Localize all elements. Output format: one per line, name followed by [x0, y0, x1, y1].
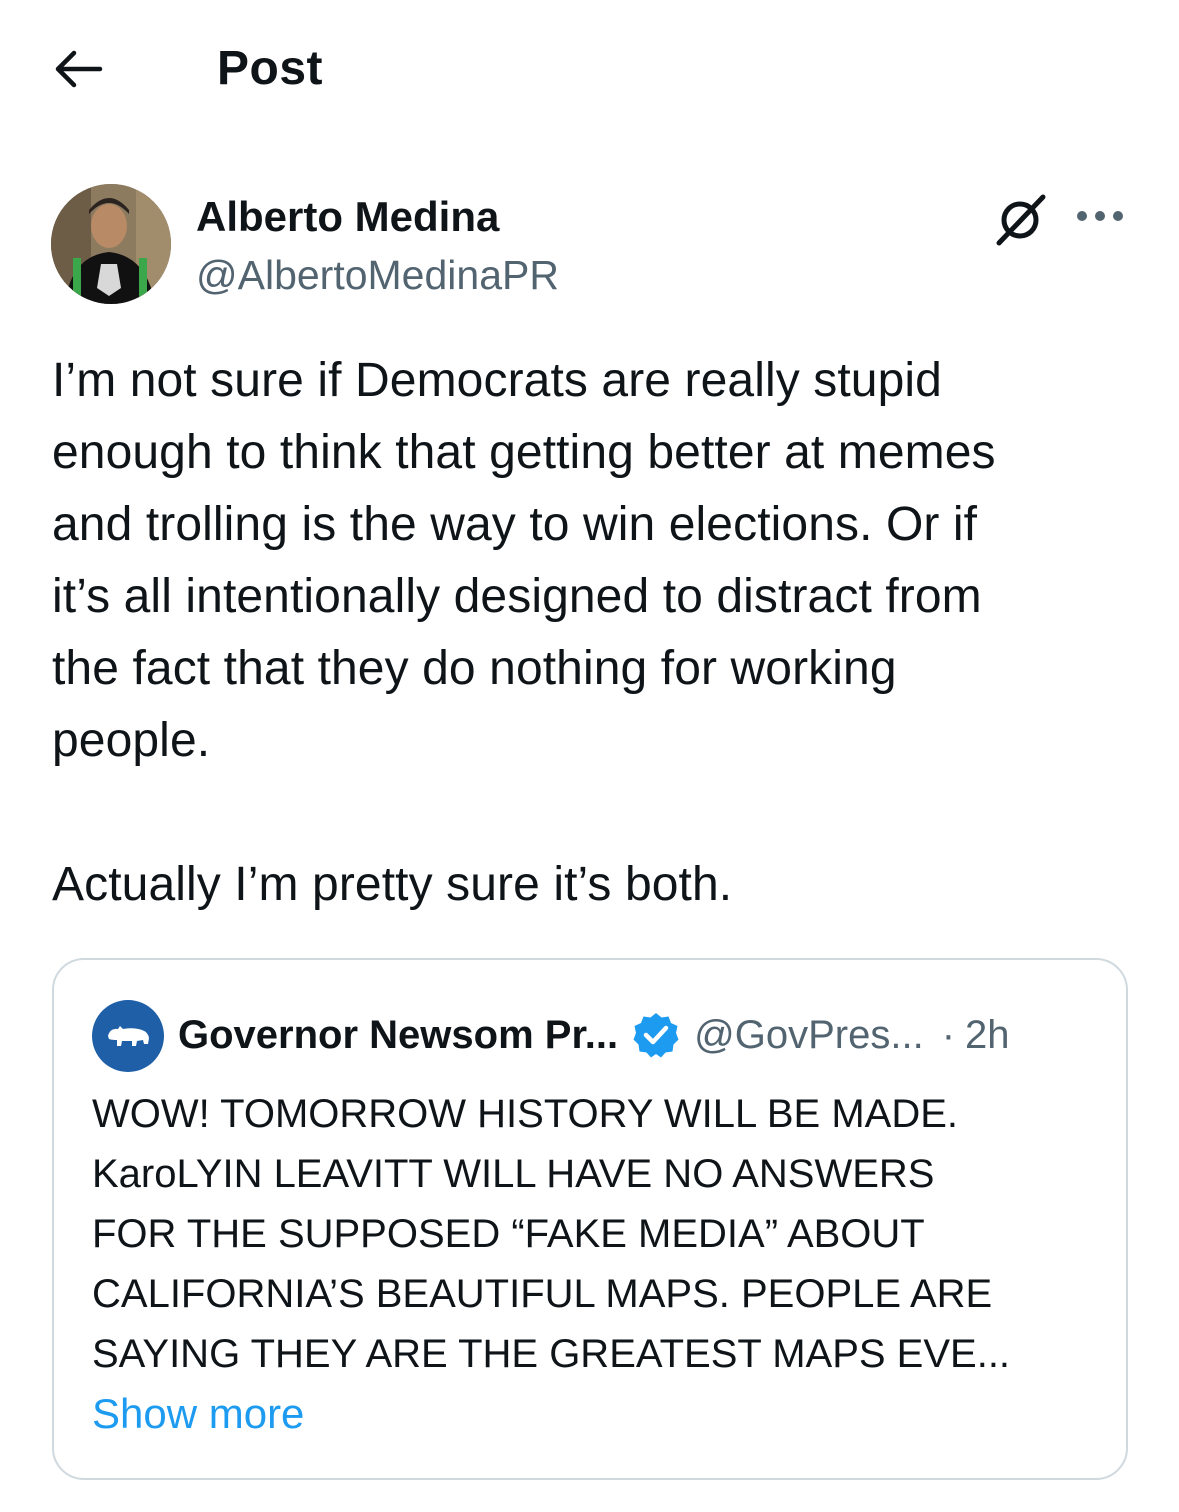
top-bar: Post [0, 0, 1179, 140]
quoted-author-handle[interactable]: @GovPres... [694, 1010, 924, 1060]
post-text-line: enough to think that getting better at m… [52, 426, 996, 479]
quoted-post-header: Governor Newsom Pr... @GovPres... · 2h [178, 1010, 1010, 1060]
quoted-post-body: WOW! TOMORROW HISTORY WILL BE MADE. Karo… [92, 1084, 1102, 1384]
post-body: I’m not sure if Democrats are really stu… [52, 345, 1142, 921]
verified-badge-icon [633, 1013, 679, 1058]
verified-badge [632, 1011, 680, 1059]
quoted-text-line: CALIFORNIA’S BEAUTIFUL MAPS. PEOPLE ARE [92, 1272, 993, 1316]
back-button[interactable] [50, 44, 106, 94]
post-text-line: and trolling is the way to win elections… [52, 498, 978, 551]
quoted-text-line: KaroLYIN LEAVITT WILL HAVE NO ANSWERS [92, 1152, 935, 1196]
arrow-left-icon [55, 50, 103, 88]
quoted-post-card[interactable]: Governor Newsom Pr... @GovPres... · 2h W… [52, 958, 1128, 1480]
quoted-post-time[interactable]: 2h [965, 1010, 1010, 1060]
quoted-author-name[interactable]: Governor Newsom Pr... [178, 1010, 618, 1060]
author-handle[interactable]: @AlbertoMedinaPR [196, 250, 559, 300]
post-text-line: the fact that they do nothing for workin… [52, 642, 897, 695]
post-text-line: I’m not sure if Democrats are really stu… [52, 354, 942, 407]
page-title: Post [217, 42, 324, 95]
author-avatar[interactable] [51, 184, 171, 304]
post-text-line: people. [52, 714, 211, 767]
quoted-text-line: WOW! TOMORROW HISTORY WILL BE MADE. [92, 1092, 959, 1136]
grok-button[interactable] [990, 190, 1050, 250]
post-text-line: Actually I’m pretty sure it’s both. [52, 858, 733, 911]
quoted-text-line: SAYING THEY ARE THE GREATEST MAPS EVE... [92, 1332, 1011, 1376]
more-options-button[interactable] [1072, 194, 1128, 238]
quoted-author-avatar[interactable] [92, 1000, 164, 1072]
author-name[interactable]: Alberto Medina [196, 192, 499, 242]
post-text-line: it’s all intentionally designed to distr… [52, 570, 982, 623]
quoted-text-line: FOR THE SUPPOSED “FAKE MEDIA” ABOUT [92, 1212, 925, 1256]
grok-icon [996, 194, 1046, 246]
show-more-link[interactable]: Show more [92, 1384, 304, 1444]
avatar-photo [51, 184, 171, 304]
more-horizontal-icon [1077, 211, 1123, 221]
separator-dot: · [941, 1013, 956, 1057]
bear-icon [108, 1026, 149, 1046]
